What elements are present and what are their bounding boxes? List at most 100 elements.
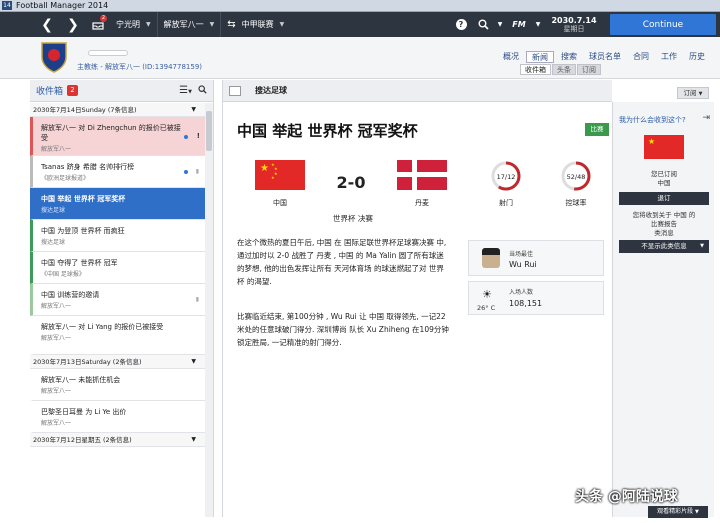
inbox-date-header[interactable]: 2030年7月13日Saturday (2条信息) ▼	[30, 355, 206, 369]
message-title: 巴黎圣日耳曼 为 Li Ye 出价	[41, 408, 127, 416]
help-icon[interactable]: ?	[450, 12, 472, 37]
swap-arrows-icon: ⇆	[227, 19, 236, 30]
inbox-header: 收件箱 2 ☰▼	[30, 80, 213, 102]
nav-history[interactable]: 历史	[684, 51, 710, 63]
nav-jobs[interactable]: 工作	[656, 51, 682, 63]
list-menu-icon[interactable]: ☰▼	[179, 85, 192, 97]
hide-messages-button[interactable]: 不显示此类信息 ▼	[619, 240, 709, 253]
inbox-list: 2030年7月14日Sunday (7条信息) ▼ 解放军八一 对 Di Zheng…	[30, 103, 206, 447]
motm-name: Wu Rui	[509, 260, 537, 269]
window-title: Football Manager 2014	[16, 1, 109, 10]
motm-label: 当场最佳	[509, 251, 534, 258]
inbox-message[interactable]: 中国 为登顶 世界杯 而疯狂 搜达足球	[30, 220, 206, 252]
window-titlebar: 14 Football Manager 2014	[0, 0, 720, 12]
inbox-message[interactable]: 巴黎圣日耳曼 为 Li Ye 出价 解放军八一	[30, 401, 206, 433]
nav-squad[interactable]: 球员名单	[584, 51, 626, 63]
fm-menu[interactable]: FM	[506, 12, 532, 37]
chevron-down-icon: ▼	[698, 91, 703, 97]
possession-value: 52/48	[566, 173, 586, 181]
message-title: 解放军八一 对 Li Yang 的报价已被接受	[41, 323, 164, 331]
nav-news[interactable]: 新闻	[526, 51, 554, 63]
home-team-label[interactable]: 中国	[255, 198, 305, 208]
chevron-down-icon: ▼	[209, 21, 215, 28]
subtab-inbox[interactable]: 收件箱	[520, 64, 551, 75]
attendance-value: 108,151	[509, 299, 543, 308]
inbox-message[interactable]: 中国 夺得了 世界杯 冠军 《中国 足球报》	[30, 252, 206, 284]
collapse-triangle-icon[interactable]: ▼	[191, 355, 196, 369]
match-score[interactable]: 2-0	[327, 173, 375, 192]
temperature: 26° C	[477, 304, 496, 312]
attachment-icon: ▮	[195, 296, 199, 303]
china-flag-icon[interactable]: ★ ★ ★ ★ ★	[255, 160, 305, 190]
chevron-down-icon: ▼	[146, 21, 151, 28]
inbox-date-header[interactable]: 2030年7月14日Sunday (7条信息) ▼	[30, 103, 206, 117]
club-menu[interactable]: 解放军八一 ▼	[158, 12, 221, 37]
subtab-subscriptions[interactable]: 订阅	[577, 64, 601, 75]
message-title: Tsanas 跻身 希腊 名帅排行榜	[41, 163, 135, 171]
attendance-label: 入场人数	[509, 289, 534, 296]
subscribe-dropdown[interactable]: 订阅 ▼	[677, 87, 709, 99]
collapse-triangle-icon[interactable]: ▼	[191, 433, 196, 447]
match-tag[interactable]: 比赛	[585, 123, 609, 136]
man-of-match-box[interactable]: 当场最佳 Wu Rui	[468, 240, 604, 276]
competition-stage: 世界杯 决赛	[333, 214, 373, 223]
manager-menu[interactable]: 宁光明 ▼	[110, 12, 157, 37]
inbox-message[interactable]: 解放军八一 对 Li Yang 的报价已被接受 解放军八一	[30, 316, 206, 355]
denmark-flag-icon[interactable]	[397, 160, 447, 190]
message-sender: 解放军八一	[41, 335, 72, 342]
message-title: 解放军八一 未能抓住机会	[41, 376, 121, 384]
reason-line-1: 您将收到关于 中国 的	[632, 211, 696, 219]
game-date[interactable]: 2030.7.14 星期日	[544, 16, 604, 34]
subscribed-text: 您已订阅	[651, 170, 677, 178]
chevron-down-icon: ▼	[700, 243, 704, 249]
search-icon[interactable]	[198, 84, 207, 97]
shots-value: 17/12	[496, 173, 516, 181]
nav-overview[interactable]: 概况	[498, 51, 524, 63]
inbox-icon[interactable]: 2	[86, 12, 110, 37]
player-avatar	[482, 248, 500, 268]
dropdown-chevron-icon[interactable]: ▼	[494, 12, 506, 37]
possession-label: 控球率	[565, 199, 587, 207]
date-value: 2030.7.14	[551, 15, 597, 25]
back-arrow-icon[interactable]: ❮	[34, 12, 60, 37]
forward-arrow-icon[interactable]: ❯	[60, 12, 86, 37]
manager-club-line[interactable]: 主教练 - 解放军八一 (ID:1394778159)	[77, 62, 202, 72]
inbox-date-label: 2030年7月12日星期五 (2条信息)	[33, 436, 132, 444]
exit-icon[interactable]: ⇥	[702, 113, 710, 123]
inbox-message[interactable]: Tsanas 跻身 希腊 名帅排行榜 《欧洲足球报道》 ▮	[30, 156, 206, 188]
subscription-panel: 我为什么会收到这个? ⇥ ★ 您已订阅 中国 退订 您将收到关于 中国 的 比赛…	[612, 102, 714, 517]
inbox-message[interactable]: 解放军八一 未能抓住机会 解放军八一	[30, 369, 206, 401]
competition-menu[interactable]: ⇆ 中甲联赛 ▼	[221, 12, 290, 37]
unsubscribe-button[interactable]: 退订	[619, 192, 709, 205]
fm-app-icon: 14	[2, 1, 12, 10]
article-paragraph-2: 比赛临近结束, 第100分钟 , Wu Rui 让 中国 取得领先, 一记22米…	[237, 312, 449, 347]
nav-search[interactable]: 搜索	[556, 51, 582, 63]
chevron-down-icon: ▼	[695, 509, 699, 515]
attachment-icon: ▮	[195, 168, 199, 175]
watch-highlights-button[interactable]: 观看精彩片段 ▼	[648, 506, 708, 518]
reason-line-3: 类消息	[654, 229, 674, 237]
club-header: 主教练 - 解放军八一 (ID:1394778159) 概况 新闻 搜索 球员名…	[0, 37, 720, 79]
article-paragraph-1: 在这个微热的夏日午后, 中国 在 国际足联世界杯足球赛决赛 中, 通过加时以 2…	[237, 238, 447, 286]
dropdown-chevron-icon[interactable]: ▼	[532, 12, 544, 37]
nav-contracts[interactable]: 合同	[628, 51, 654, 63]
search-icon[interactable]	[472, 12, 494, 37]
main-toolbar: ❮ ❯ 2 宁光明 ▼ 解放军八一 ▼ ⇆ 中甲联赛 ▼ ? ▼ FM ▼ 20…	[0, 12, 720, 37]
message-title: 解放军八一 对 Di Zhengchun 的报价已被接受	[41, 124, 181, 142]
scrollbar-thumb[interactable]	[206, 111, 212, 151]
inbox-message[interactable]: 解放军八一 对 Di Zhengchun 的报价已被接受 解放军八一!	[30, 117, 206, 156]
inbox-scrollbar[interactable]	[205, 103, 213, 517]
continue-button[interactable]: Continue	[610, 14, 716, 35]
article-header: 搜达足球	[223, 80, 612, 102]
magnifier-icon	[478, 19, 489, 30]
inbox-message[interactable]: 中国 举起 世界杯 冠军奖杯 搜达足球	[30, 188, 206, 220]
subtab-headlines[interactable]: 头条	[552, 64, 576, 75]
left-margin	[0, 80, 30, 517]
inbox-message[interactable]: 中国 训练营的邀请 解放军八一 ▮	[30, 284, 206, 316]
why-received-link[interactable]: 我为什么会收到这个?	[619, 115, 686, 125]
club-name-placeholder	[88, 50, 128, 56]
collapse-triangle-icon[interactable]: ▼	[191, 103, 196, 117]
article-source: 搜达足球	[255, 86, 287, 95]
inbox-date-header[interactable]: 2030年7月12日星期五 (2条信息) ▼	[30, 433, 206, 447]
away-team-label[interactable]: 丹麦	[397, 198, 447, 208]
